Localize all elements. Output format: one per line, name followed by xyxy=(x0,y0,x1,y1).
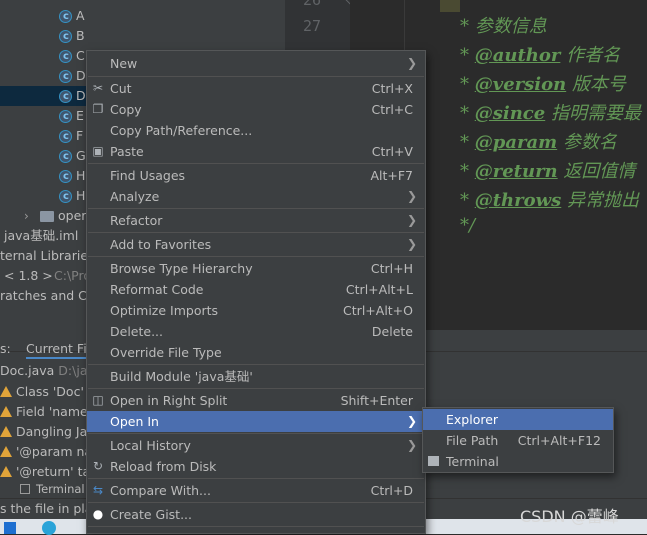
menu-separator xyxy=(88,433,424,434)
chevron-right-icon: ❯ xyxy=(406,414,417,428)
chevron-right-icon: ❯ xyxy=(406,438,417,452)
menu-item-optimize-imports[interactable]: Optimize Imports Ctrl+Alt+O xyxy=(87,300,425,321)
menu-item-analyze[interactable]: Analyze ❯ xyxy=(87,186,425,207)
terminal-tab[interactable]: Terminal xyxy=(0,479,85,499)
terminal-icon xyxy=(428,456,439,466)
warning-icon xyxy=(0,426,12,437)
class-icon xyxy=(59,7,72,27)
menu-separator xyxy=(88,388,424,389)
menu-item-refactor[interactable]: Refactor ❯ xyxy=(87,210,425,231)
menu-item-reformat-code[interactable]: Reformat Code Ctrl+Alt+L xyxy=(87,279,425,300)
menu-item-paste[interactable]: ▣ Paste Ctrl+V xyxy=(87,141,425,162)
menu-separator xyxy=(88,256,424,257)
chevron-right-icon[interactable]: › xyxy=(24,206,29,226)
scissors-icon: ✂ xyxy=(92,81,104,95)
menu-separator xyxy=(88,76,424,77)
open-in-submenu: Explorer File Path Ctrl+Alt+F12 Terminal xyxy=(422,407,614,473)
menu-item-compare-with[interactable]: ⇆ Compare With... Ctrl+D xyxy=(87,480,425,501)
menu-item-delete[interactable]: Delete... Delete xyxy=(87,321,425,342)
menu-item-cut[interactable]: ✂ Cut Ctrl+X xyxy=(87,78,425,99)
class-icon xyxy=(59,67,72,87)
paste-icon: ▣ xyxy=(92,144,104,158)
context-menu: New ❯ ✂ Cut Ctrl+X ❐ Copy Ctrl+C Copy Path/Re… xyxy=(86,50,426,534)
class-icon xyxy=(59,167,72,187)
terminal-icon xyxy=(20,484,30,494)
chevron-right-icon: ❯ xyxy=(406,237,417,251)
github-icon: ● xyxy=(92,507,104,521)
menu-separator xyxy=(88,208,424,209)
warning-icon xyxy=(0,386,12,397)
compare-icon: ⇆ xyxy=(92,483,104,497)
chevron-right-icon: ❯ xyxy=(406,189,417,203)
windows-start-icon[interactable] xyxy=(4,522,16,534)
warning-row[interactable]: Dangling Jav xyxy=(0,422,95,442)
doc-comment-line: * @return 返回值情 xyxy=(460,161,636,182)
doc-comment-line: */ xyxy=(460,215,476,236)
warning-icon xyxy=(0,466,12,477)
warning-row[interactable]: '@param na xyxy=(0,442,92,462)
menu-item-add-to-favorites[interactable]: Add to Favorites ❯ xyxy=(87,234,425,255)
split-icon: ◫ xyxy=(92,393,104,407)
menu-item-open-right-split[interactable]: ◫ Open in Right Split Shift+Enter xyxy=(87,390,425,411)
menu-item-new[interactable]: New ❯ xyxy=(87,53,425,74)
warning-icon xyxy=(0,406,12,417)
menu-separator xyxy=(88,163,424,164)
class-icon xyxy=(59,87,72,107)
doc-comment-line: * @since 指明需要最 xyxy=(460,103,641,124)
doc-comment-line: * 参数信息 xyxy=(460,16,547,37)
watermark: CSDN @蕾峰 xyxy=(520,507,619,526)
menu-separator xyxy=(88,502,424,503)
reload-icon: ↻ xyxy=(92,459,104,473)
doc-comment-line: * @param 参数名 xyxy=(460,132,617,153)
tabs-prefix: s: xyxy=(0,341,11,356)
warning-row[interactable]: Field 'name' xyxy=(0,402,91,422)
tree-item-class[interactable]: B xyxy=(0,26,285,47)
menu-item-reload-from-disk[interactable]: ↻ Reload from Disk xyxy=(87,456,425,477)
tab-current-file[interactable]: Current Fil xyxy=(26,339,91,359)
warning-icon xyxy=(0,446,12,457)
doc-comment-line: * @author 作者名 xyxy=(460,45,621,66)
menu-item-override-file-type[interactable]: Override File Type xyxy=(87,342,425,363)
class-icon xyxy=(59,47,72,67)
line-number: 27 xyxy=(303,17,322,35)
menu-item-local-history[interactable]: Local History ❯ xyxy=(87,435,425,456)
class-icon xyxy=(59,147,72,167)
browser-icon[interactable] xyxy=(42,521,56,535)
menu-item-build-module[interactable]: Build Module 'java基础' xyxy=(87,366,425,387)
menu-separator xyxy=(88,526,424,527)
problems-file-row[interactable]: Doc.java D:\jav xyxy=(0,361,95,381)
doc-comment-line: * @throws 异常抛出 xyxy=(460,190,639,211)
warning-row[interactable]: Class 'Doc' i xyxy=(0,382,91,402)
menu-separator xyxy=(88,232,424,233)
tree-item-class[interactable]: A xyxy=(0,6,285,27)
doc-comment-line: * @version 版本号 xyxy=(460,74,626,95)
folder-icon xyxy=(40,211,54,222)
copy-icon: ❐ xyxy=(92,102,104,116)
menu-separator xyxy=(88,478,424,479)
menu-item-browse-type-hierarchy[interactable]: Browse Type Hierarchy Ctrl+H xyxy=(87,258,425,279)
menu-item-find-usages[interactable]: Find Usages Alt+F7 xyxy=(87,165,425,186)
class-icon xyxy=(59,27,72,47)
menu-separator xyxy=(88,364,424,365)
class-icon xyxy=(59,127,72,147)
class-icon xyxy=(59,107,72,127)
menu-item-copy-path[interactable]: Copy Path/Reference... xyxy=(87,120,425,141)
submenu-item-explorer[interactable]: Explorer xyxy=(423,409,613,430)
menu-item-create-gist[interactable]: ● Create Gist... xyxy=(87,504,425,525)
caret-row-marker xyxy=(440,0,460,12)
chevron-right-icon: ❯ xyxy=(406,213,417,227)
submenu-item-file-path[interactable]: File Path Ctrl+Alt+F12 xyxy=(423,430,613,451)
menu-item-copy[interactable]: ❐ Copy Ctrl+C xyxy=(87,99,425,120)
class-icon xyxy=(59,187,72,207)
chevron-right-icon: ❯ xyxy=(406,56,417,70)
line-number: 26 xyxy=(303,0,322,9)
menu-item-open-in[interactable]: Open In ❯ xyxy=(87,411,425,432)
submenu-item-terminal[interactable]: Terminal xyxy=(423,451,613,472)
